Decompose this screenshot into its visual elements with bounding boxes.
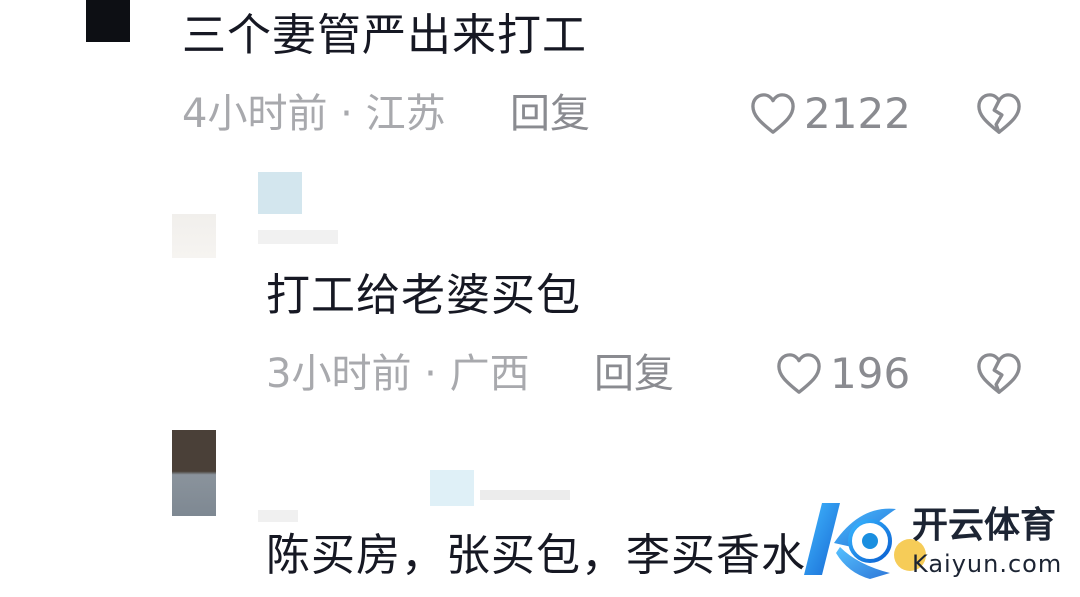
like-button[interactable]: 2122 (750, 92, 911, 136)
like-count: 2122 (804, 89, 911, 138)
username-redacted (480, 490, 570, 500)
avatar[interactable] (172, 214, 216, 258)
comment-meta: 4小时前 · 江苏 (182, 94, 446, 134)
dislike-button[interactable] (976, 352, 1022, 400)
broken-heart-icon (977, 353, 1021, 394)
avatar[interactable] (86, 0, 130, 42)
avatar[interactable] (172, 430, 216, 516)
username-redacted (258, 172, 302, 214)
dislike-button[interactable] (976, 92, 1022, 140)
watermark-subtitle: Kaiyun.com (912, 550, 1063, 578)
comment-time: 4小时前 (182, 91, 328, 137)
username-redacted (258, 510, 298, 522)
reply-text: 陈买房，张买包，李买香水 (266, 530, 806, 581)
comment-location: 广西 (449, 351, 530, 397)
broken-heart-icon (977, 93, 1021, 134)
meta-separator: · (424, 351, 437, 397)
like-count: 196 (830, 349, 911, 398)
reply-button[interactable]: 回复 (594, 354, 674, 394)
username-redacted (430, 470, 474, 506)
reply-text: 打工给老婆买包 (266, 270, 581, 321)
watermark-title: 开云体育 (912, 505, 1057, 546)
meta-separator: · (340, 91, 353, 137)
comment-time: 3小时前 (266, 351, 412, 397)
comment-text: 三个妻管严出来打工 (182, 10, 587, 61)
username-redacted (258, 230, 338, 244)
like-button[interactable]: 196 (776, 352, 910, 396)
comment-location: 江苏 (365, 91, 446, 137)
heart-outline-icon (777, 353, 821, 394)
reply-button[interactable]: 回复 (510, 94, 590, 134)
heart-outline-icon (751, 93, 795, 134)
comment-meta: 3小时前 · 广西 (266, 354, 530, 394)
